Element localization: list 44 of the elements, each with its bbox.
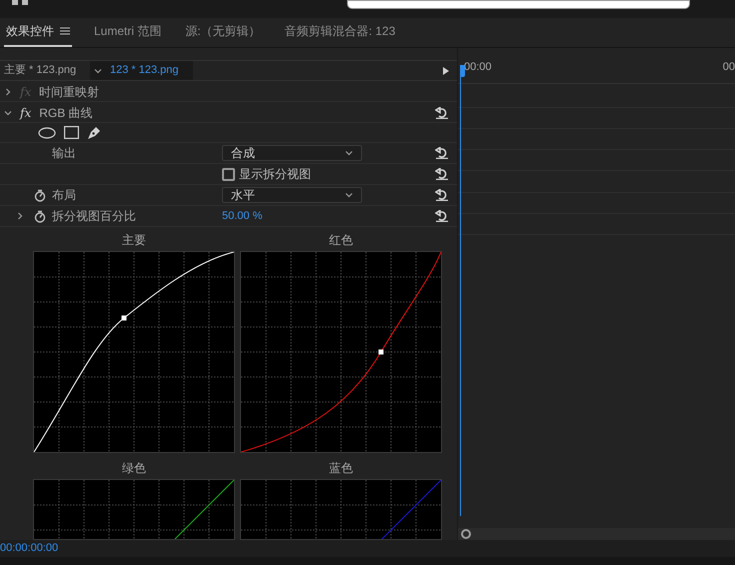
property-label: 布局 [52, 187, 77, 204]
property-label: 输出 [52, 145, 77, 162]
play-icon[interactable] [443, 66, 449, 74]
ellipse-mask-icon[interactable] [38, 126, 56, 138]
dropdown[interactable]: 合成 [222, 145, 362, 161]
chevron-icon[interactable] [4, 88, 12, 96]
panel-tab[interactable]: 源:（无剪辑） [183, 17, 263, 47]
effect-name: 时间重映射 [39, 84, 100, 100]
reset-icon[interactable] [435, 210, 449, 222]
fx-toggle[interactable]: fx [20, 104, 32, 122]
master-clip-label[interactable]: 主要 * 123.png [0, 62, 90, 79]
panel-icon[interactable] [12, 0, 28, 5]
scroll-bar[interactable] [458, 528, 735, 540]
panel-tab[interactable]: 效果控件 [4, 17, 72, 47]
dropdown[interactable]: 水平 [222, 187, 362, 203]
reset-icon[interactable] [435, 106, 449, 118]
curve-title: 蓝色 [329, 460, 353, 476]
pen-icon[interactable] [87, 125, 102, 140]
panel-tab[interactable]: Lumetri 范围 [92, 17, 164, 47]
chevron-icon[interactable] [345, 191, 353, 199]
rectangle-mask-icon[interactable] [64, 126, 79, 139]
ruler-label: 00 [722, 60, 735, 74]
checkbox-label[interactable]: 显示拆分视图 [239, 165, 311, 183]
reset-icon[interactable] [435, 189, 449, 201]
curve-title: 红色 [329, 232, 353, 248]
reset-icon[interactable] [435, 147, 449, 159]
clip-selector[interactable]: 123 * 123.png [90, 61, 193, 80]
curve-title: 绿色 [122, 460, 146, 476]
effect-name: RGB 曲线 [39, 104, 94, 122]
checkbox[interactable] [222, 168, 235, 180]
chevron-icon[interactable] [94, 66, 102, 74]
stopwatch-icon[interactable] [34, 210, 46, 222]
timecode[interactable]: 00:00:00:00 [0, 540, 58, 557]
ruler-label: 00:00 [464, 60, 492, 74]
menu-icon[interactable] [60, 27, 70, 35]
percent-value[interactable]: 50.00 % [222, 208, 262, 224]
chevron-icon[interactable] [16, 212, 24, 220]
reset-icon[interactable] [435, 168, 449, 180]
panel-tab[interactable]: 音频剪辑混合器: 123 [282, 17, 398, 47]
stopwatch-icon[interactable] [34, 188, 46, 202]
curve-title: 主要 [122, 232, 146, 248]
property-label: 拆分视图百分比 [52, 208, 137, 225]
chevron-icon[interactable] [345, 149, 353, 157]
chevron-icon[interactable] [4, 108, 12, 116]
